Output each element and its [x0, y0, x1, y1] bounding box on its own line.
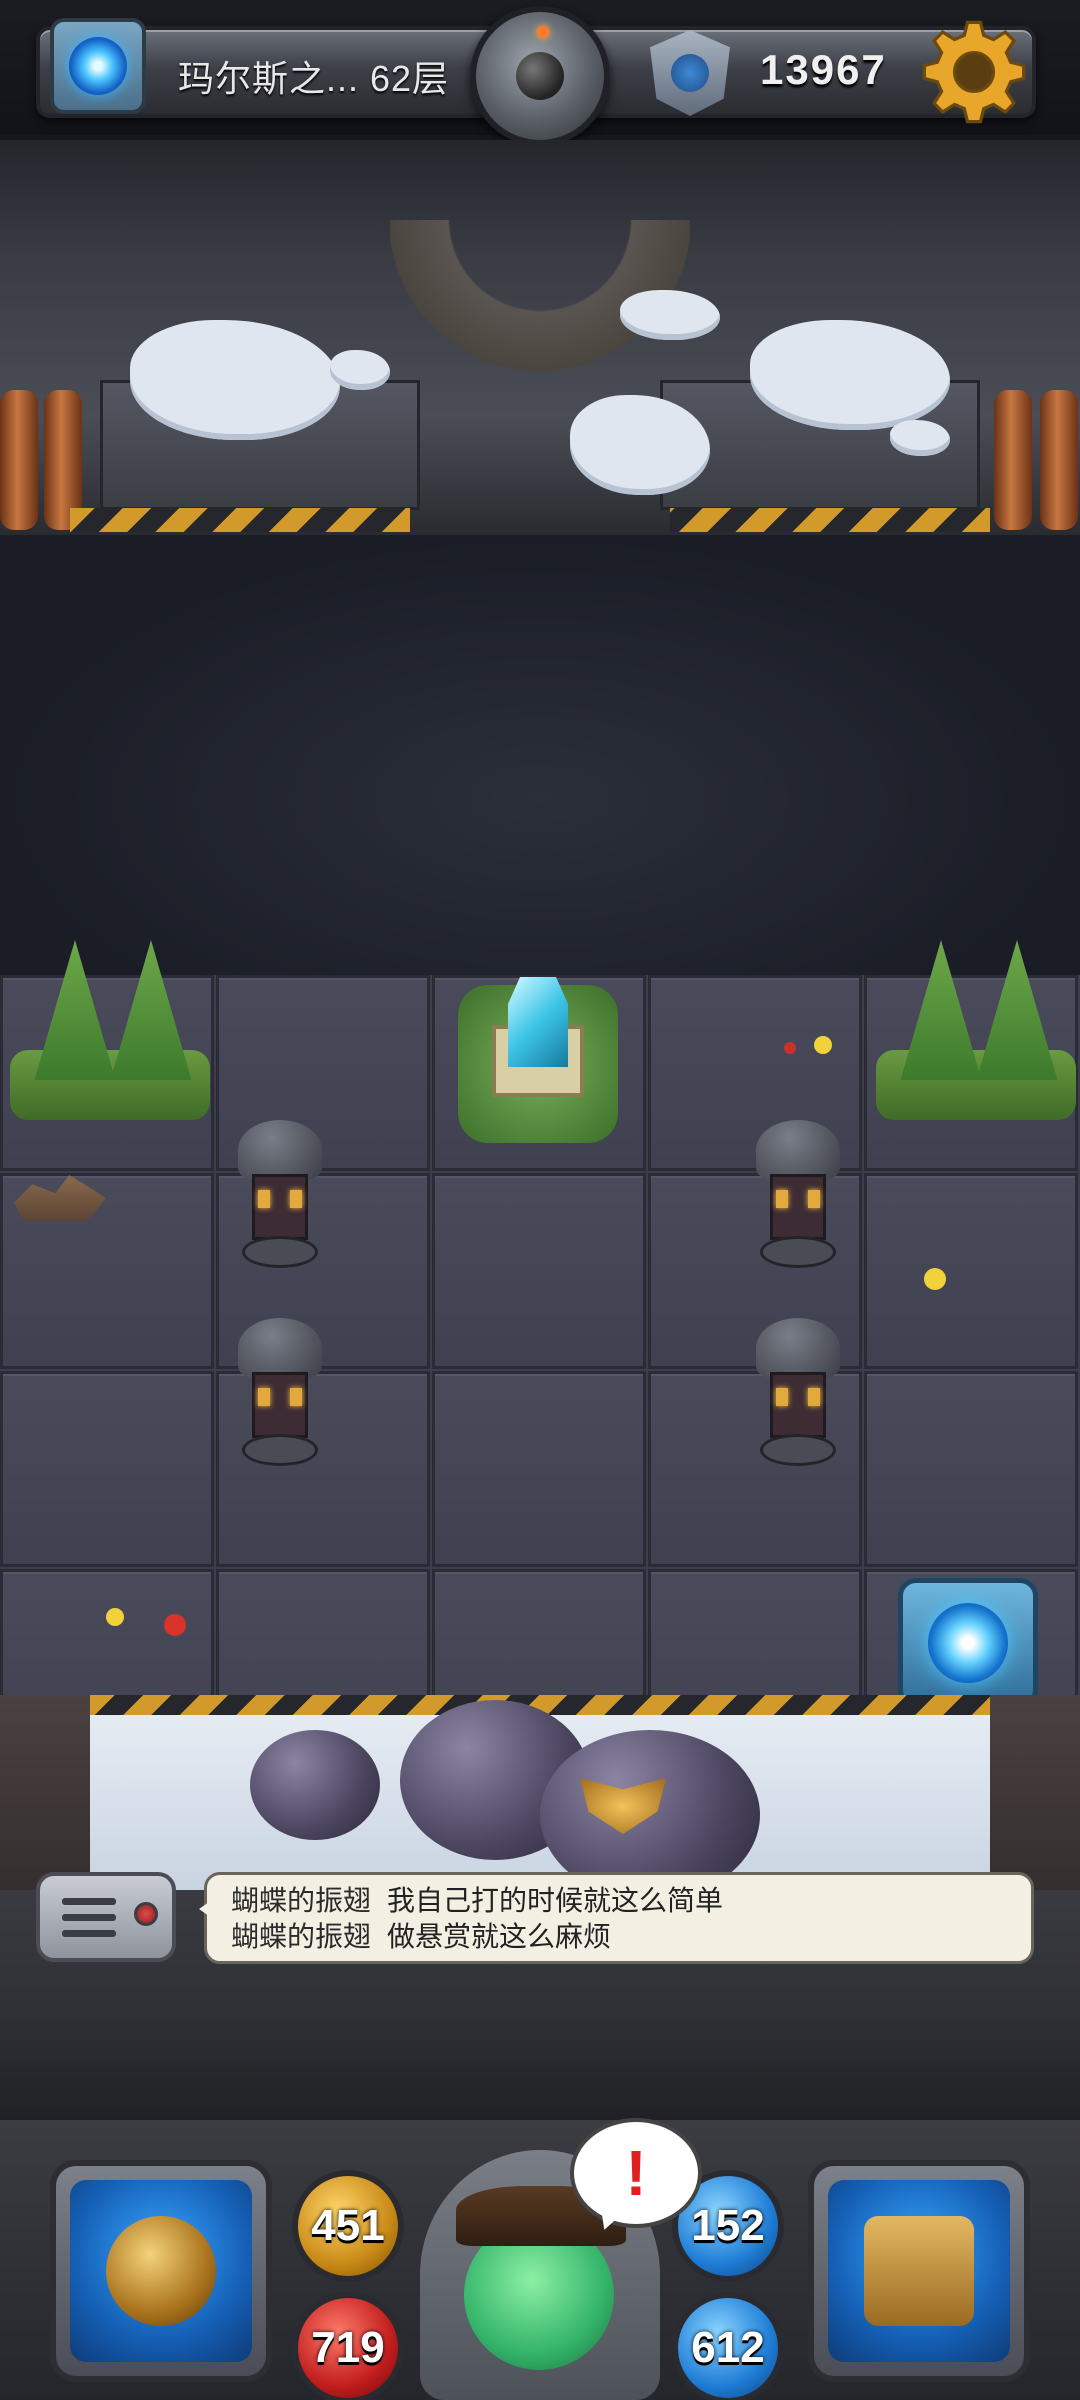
chat-icon-line [62, 1930, 116, 1937]
chat-icon-dot [134, 1902, 158, 1926]
chat-icon[interactable] [36, 1872, 176, 1962]
copper-pipe [994, 390, 1032, 530]
snow-pile [890, 420, 950, 456]
chat-sender: 蝴蝶的振翅 [231, 1885, 372, 1916]
copper-pipe [1040, 390, 1078, 530]
stone-lamp [238, 1318, 322, 1468]
chat-text: 做悬赏就这么麻烦 [387, 1921, 612, 1952]
helmet-sword-icon [106, 2216, 216, 2326]
stone-lamp [756, 1318, 840, 1468]
bomb-fuse [537, 26, 549, 38]
spellbook-button[interactable] [808, 2160, 1030, 2382]
bomb-icon [516, 52, 564, 100]
dark-void [0, 535, 1080, 975]
gear-icon[interactable] [920, 18, 1028, 126]
bomb-button[interactable] [470, 6, 610, 146]
stone-lamp [756, 1120, 840, 1270]
floor-tile[interactable] [864, 1173, 1078, 1369]
floor-tile[interactable] [432, 1371, 646, 1567]
lamp-light [808, 1190, 820, 1208]
lamp-light [290, 1190, 302, 1208]
robot-wreck [250, 1730, 380, 1840]
chat-icon-line [62, 1914, 116, 1921]
equipment-slot [70, 2180, 252, 2362]
gold-count: 13967 [760, 46, 887, 93]
bush-tree [876, 940, 1076, 1120]
lamp-foot [242, 1236, 318, 1268]
hazard-stripe [670, 508, 990, 532]
tree-cone [34, 940, 116, 1080]
equipment-button[interactable] [50, 2160, 272, 2382]
lamp-light [258, 1388, 270, 1406]
chat-text: 我自己打的时候就这么简单 [387, 1885, 724, 1916]
chat-message: 蝴蝶的振翅 我自己打的时候就这么简单 [231, 1883, 1007, 1919]
crystal-altar[interactable] [458, 977, 618, 1143]
floor-tile[interactable] [864, 1371, 1078, 1567]
attack-stat: 451 [292, 2170, 404, 2282]
chat-icon-line [62, 1898, 116, 1905]
flower [164, 1614, 186, 1636]
crystal-icon [508, 977, 568, 1067]
floor-label: 玛尔斯之... 62层 [178, 58, 450, 99]
chat-sender: 蝴蝶的振翅 [231, 1921, 372, 1952]
tree-cone [110, 940, 192, 1080]
stone-lamp [238, 1120, 322, 1270]
tree-cone [976, 940, 1058, 1080]
lamp-foot [242, 1434, 318, 1466]
snow-pile [330, 350, 390, 390]
hazard-stripe [70, 508, 410, 532]
lamp-light [290, 1388, 302, 1406]
chat-message: 蝴蝶的振翅 做悬赏就这么麻烦 [231, 1919, 1007, 1955]
lamp-foot [760, 1236, 836, 1268]
lamp-light [258, 1190, 270, 1208]
portal-swirl [928, 1603, 1008, 1683]
lamp-light [776, 1190, 788, 1208]
floor-tile[interactable] [432, 1173, 646, 1369]
spellbook-icon [864, 2216, 974, 2326]
exit-portal[interactable] [898, 1578, 1038, 1708]
lamp-light [776, 1388, 788, 1406]
spellbook-slot [828, 2180, 1010, 2362]
bush-tree [10, 940, 210, 1120]
top-bar: 玛尔斯之... 62层 13967 [0, 0, 1080, 146]
flower [106, 1608, 124, 1626]
badge-emblem [671, 54, 709, 92]
lamp-foot [760, 1434, 836, 1466]
floor-tile[interactable] [0, 1371, 214, 1567]
portal-swirl [69, 37, 127, 95]
lamp-cap [756, 1318, 840, 1378]
flower [924, 1268, 946, 1290]
chat-bubble[interactable]: 蝴蝶的振翅 我自己打的时候就这么简单 蝴蝶的振翅 做悬赏就这么麻烦 [199, 1872, 1034, 1964]
lamp-light [808, 1388, 820, 1406]
flower [814, 1036, 832, 1054]
portal-icon[interactable] [50, 18, 146, 114]
hp-stat: 719 [292, 2292, 404, 2400]
copper-pipe [0, 390, 38, 530]
lamp-cap [756, 1120, 840, 1180]
alert-icon[interactable]: ! [570, 2118, 702, 2228]
tree-cone [900, 940, 982, 1080]
mp-stat: 612 [672, 2292, 784, 2400]
lamp-cap [238, 1120, 322, 1180]
lamp-cap [238, 1318, 322, 1378]
flower [784, 1042, 796, 1054]
